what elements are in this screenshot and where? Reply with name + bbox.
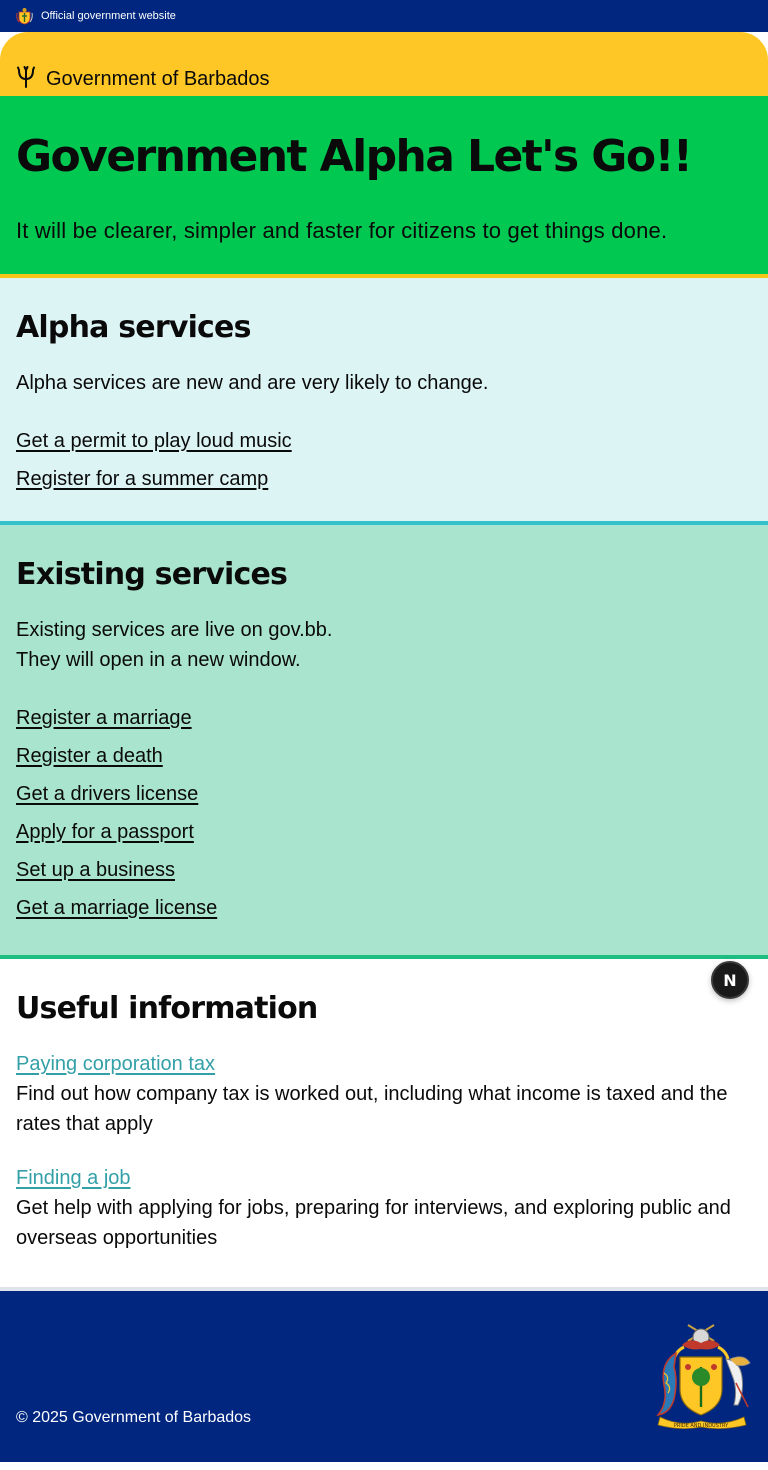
list-item: Get a permit to play loud music [16, 422, 752, 460]
site-header: Government of Barbados [0, 32, 768, 96]
nextjs-dev-badge[interactable]: N [711, 961, 749, 999]
nextjs-icon: N [723, 970, 737, 990]
copyright-text: © 2025 Government of Barbados [16, 1409, 252, 1426]
passport-link[interactable]: Apply for a passport [16, 821, 194, 843]
home-link[interactable]: Government of Barbados [46, 68, 269, 91]
loud-music-permit-link[interactable]: Get a permit to play loud music [16, 430, 292, 452]
existing-services-intro: Existing services are live on gov.bb. Th… [16, 615, 752, 675]
drivers-license-link[interactable]: Get a drivers license [16, 783, 198, 805]
register-death-link[interactable]: Register a death [16, 745, 163, 767]
official-banner-text: Official government website [41, 10, 176, 22]
list-item: Apply for a passport [16, 813, 752, 851]
finding-job-link[interactable]: Finding a job [16, 1167, 131, 1189]
summer-camp-link[interactable]: Register for a summer camp [16, 468, 268, 490]
info-item-corporation-tax: Paying corporation tax Find out how comp… [16, 1049, 752, 1139]
page-title: Government Alpha Let's Go!! [16, 131, 693, 182]
motto-text: PRIDE AND INDUSTRY [674, 1423, 729, 1429]
site-footer: © 2025 Government of Barbados PRIDE AND … [0, 1291, 768, 1462]
set-up-business-link[interactable]: Set up a business [16, 859, 175, 881]
coat-of-arms-icon [16, 7, 33, 25]
corporation-tax-description: Find out how company tax is worked out, … [16, 1083, 728, 1135]
alpha-services-intro: Alpha services are new and are very like… [16, 372, 489, 394]
existing-intro-line-1: Existing services are live on gov.bb. [16, 619, 333, 641]
trident-icon [16, 66, 36, 88]
existing-services-section: Existing services Existing services are … [0, 525, 768, 959]
info-item-finding-job: Finding a job Get help with applying for… [16, 1163, 752, 1253]
hero-banner: Government Alpha Let's Go!! It will be c… [0, 96, 768, 278]
list-item: Get a marriage license [16, 889, 752, 927]
marriage-license-link[interactable]: Get a marriage license [16, 897, 217, 919]
finding-job-description: Get help with applying for jobs, prepari… [16, 1197, 731, 1249]
existing-services-heading: Existing services [16, 557, 288, 592]
list-item: Register a marriage [16, 699, 752, 737]
coat-of-arms-icon: PRIDE AND INDUSTRY [650, 1323, 752, 1431]
corporation-tax-link[interactable]: Paying corporation tax [16, 1053, 215, 1075]
list-item: Get a drivers license [16, 775, 752, 813]
list-item: Register for a summer camp [16, 460, 752, 498]
hero-subtitle: It will be clearer, simpler and faster f… [16, 218, 668, 243]
useful-information-heading: Useful information [16, 991, 318, 1026]
existing-intro-line-2: They will open in a new window. [16, 649, 301, 671]
useful-information-section: N Useful information Paying corporation … [0, 959, 768, 1291]
list-item: Register a death [16, 737, 752, 775]
alpha-services-section: Alpha services Alpha services are new an… [0, 278, 768, 525]
alpha-services-list: Get a permit to play loud music Register… [16, 422, 752, 498]
list-item: Set up a business [16, 851, 752, 889]
official-banner: Official government website [0, 0, 768, 32]
alpha-services-heading: Alpha services [16, 310, 251, 345]
register-marriage-link[interactable]: Register a marriage [16, 707, 192, 729]
existing-services-list: Register a marriage Register a death Get… [16, 699, 752, 927]
